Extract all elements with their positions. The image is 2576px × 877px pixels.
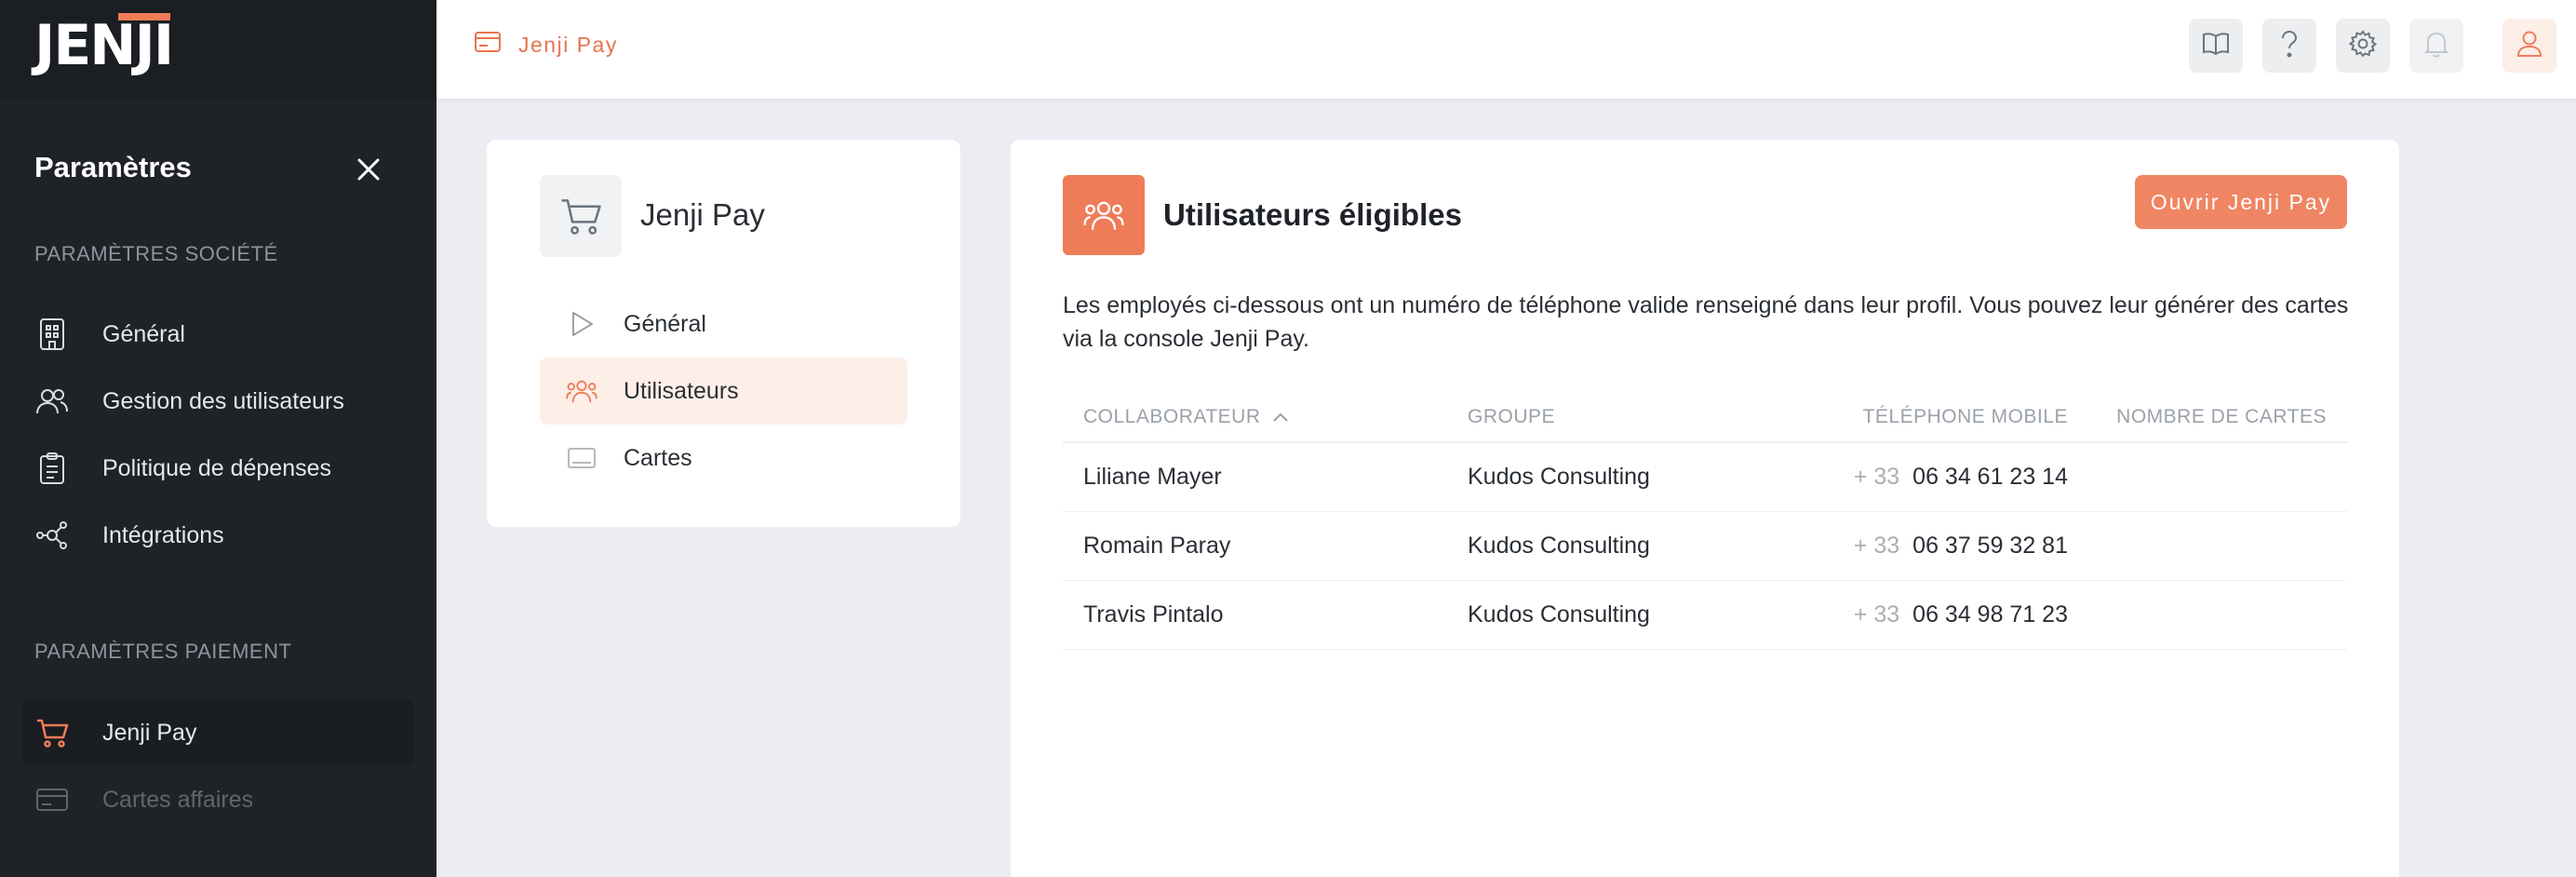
users-icon: [35, 385, 69, 418]
building-icon: [35, 317, 69, 351]
settings-button[interactable]: [2336, 19, 2390, 73]
user-icon: [2516, 30, 2542, 62]
sidebar-item-policy[interactable]: Politique de dépenses: [22, 436, 413, 501]
menu-item-label: Cartes: [624, 444, 692, 471]
users-table: COLLABORATEUR GROUPE TÉLÉPHONE MOBILE NO…: [1063, 384, 2347, 650]
cart-icon: [540, 175, 622, 257]
menu-item-label: Général: [624, 310, 706, 337]
section-label-paiement: PARAMÈTRES PAIEMENT: [34, 640, 292, 663]
notifications-button[interactable]: [2409, 19, 2463, 73]
phone-prefix: + 33: [1853, 601, 1900, 627]
breadcrumb[interactable]: Jenji Pay: [474, 30, 618, 60]
users-icon: [1063, 175, 1145, 255]
sidebar-item-general[interactable]: Général: [22, 302, 413, 367]
card-icon: [566, 442, 597, 474]
close-icon[interactable]: [354, 155, 383, 184]
phone-prefix: + 33: [1853, 464, 1900, 490]
phone-number: 06 37 59 32 81: [1912, 533, 2068, 559]
user-avatar-button[interactable]: [2502, 19, 2556, 73]
clipboard-icon: [35, 452, 69, 485]
sidebar-item-label: Cartes affaires: [102, 786, 254, 813]
sidebar-header: JENJI: [0, 0, 436, 99]
cell-name: Romain Paray: [1083, 533, 1231, 559]
sidebar-item-integrations[interactable]: Intégrations: [22, 503, 413, 568]
sidebar: JENJI Paramètres PARAMÈTRES SOCIÉTÉ Géné…: [0, 0, 436, 877]
cell-group: Kudos Consulting: [1468, 464, 1650, 490]
sidebar-item-users[interactable]: Gestion des utilisateurs: [22, 369, 413, 434]
help-button[interactable]: [2262, 19, 2316, 73]
eligible-users-card: Utilisateurs éligibles Ouvrir Jenji Pay …: [1011, 140, 2399, 877]
jenji-pay-menu-card: Jenji Pay Général Utilisateurs Cartes: [487, 140, 960, 527]
table-row[interactable]: Romain Paray Kudos Consulting + 33 06 37 …: [1063, 512, 2347, 581]
menu-item-label: Utilisateurs: [624, 377, 739, 404]
table-header: COLLABORATEUR GROUPE TÉLÉPHONE MOBILE NO…: [1063, 384, 2347, 443]
cell-phone: + 33 06 34 61 23 14: [1854, 464, 2068, 491]
book-icon: [2202, 32, 2230, 61]
sidebar-title: Paramètres: [34, 151, 192, 183]
sidebar-item-jenji-pay[interactable]: Jenji Pay: [22, 700, 413, 765]
card-icon: [474, 30, 503, 60]
section-label-societe: PARAMÈTRES SOCIÉTÉ: [34, 242, 278, 265]
menu-item-general[interactable]: Général: [540, 290, 907, 358]
page-title: Utilisateurs éligibles: [1163, 197, 1462, 232]
sidebar-item-cartes-affaires[interactable]: Cartes affaires: [22, 767, 413, 832]
phone-prefix: + 33: [1853, 533, 1900, 559]
cart-icon: [35, 716, 69, 749]
bell-icon: [2423, 30, 2449, 62]
card-title: Jenji Pay: [640, 197, 765, 232]
open-jenji-pay-button[interactable]: Ouvrir Jenji Pay: [2135, 175, 2347, 229]
chevron-up-icon: [1272, 406, 1289, 428]
topbar: Jenji Pay: [436, 0, 2576, 99]
cell-group: Kudos Consulting: [1468, 601, 1650, 627]
column-header-telephone[interactable]: TÉLÉPHONE MOBILE: [1863, 406, 2068, 428]
logo[interactable]: JENJI: [34, 13, 174, 78]
users-icon: [566, 375, 597, 407]
gear-icon: [2348, 29, 2378, 62]
cell-phone: + 33 06 37 59 32 81: [1854, 533, 2068, 560]
breadcrumb-label: Jenji Pay: [518, 32, 618, 57]
table-row[interactable]: Travis Pintalo Kudos Consulting + 33 06 3…: [1063, 581, 2347, 650]
column-header-groupe[interactable]: GROUPE: [1468, 406, 1555, 428]
cell-phone: + 33 06 34 98 71 23: [1854, 601, 2068, 628]
cell-name: Liliane Mayer: [1083, 464, 1222, 490]
play-icon: [566, 308, 597, 340]
help-icon: [2278, 30, 2301, 62]
description: Les employés ci-dessous ont un numéro de…: [1063, 292, 2349, 352]
column-header-label: COLLABORATEUR: [1083, 406, 1261, 427]
menu-item-cartes[interactable]: Cartes: [540, 425, 907, 492]
column-header-collaborateur[interactable]: COLLABORATEUR: [1083, 406, 1289, 428]
sidebar-item-label: Intégrations: [102, 521, 224, 548]
card-icon: [35, 783, 69, 816]
cell-group: Kudos Consulting: [1468, 533, 1650, 559]
sidebar-item-label: Général: [102, 320, 185, 347]
table-row[interactable]: Liliane Mayer Kudos Consulting + 33 06 34…: [1063, 443, 2347, 512]
sidebar-item-label: Politique de dépenses: [102, 454, 332, 481]
cell-name: Travis Pintalo: [1083, 601, 1224, 627]
phone-number: 06 34 61 23 14: [1912, 464, 2068, 490]
sidebar-item-label: Gestion des utilisateurs: [102, 387, 344, 414]
sidebar-item-label: Jenji Pay: [102, 719, 197, 746]
phone-number: 06 34 98 71 23: [1912, 601, 2068, 627]
network-icon: [35, 519, 69, 552]
book-button[interactable]: [2189, 19, 2243, 73]
column-header-nombre-cartes[interactable]: NOMBRE DE CARTES: [2116, 406, 2327, 428]
menu-item-utilisateurs[interactable]: Utilisateurs: [540, 358, 907, 425]
